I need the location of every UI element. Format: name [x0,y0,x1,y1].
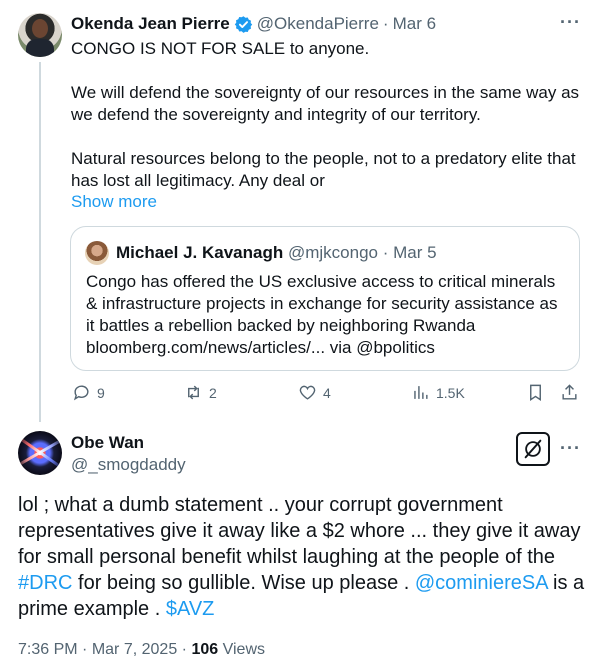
tweet-line: We will defend the sovereignty of our re… [71,83,580,124]
views-count: 1.5K [436,384,465,401]
reply-metadata: 7:36 PM · Mar 7, 2025 · 106 Views [18,640,265,660]
quote-date: Mar 5 [393,243,437,262]
reply-views-count: 106 [191,641,219,658]
tweet-line: Natural resources belong to the people, … [71,149,576,190]
quote-avatar [85,241,109,265]
cashtag-link[interactable]: $AVZ [166,598,215,620]
repost-icon [188,385,199,400]
quote-separator: · [382,243,389,262]
avatar-face [32,19,48,38]
quote-author-handle: @mjkcongo [287,243,378,262]
reply-text: lol ; what a dumb statement .. your corr… [18,492,586,622]
reply-avatar[interactable] [18,431,62,475]
verified-badge-icon [234,15,252,33]
reply-date[interactable]: Mar 7, 2025 [92,641,177,658]
reply-author-handle[interactable]: @_smogdaddy [71,455,186,475]
share-icon [562,384,577,400]
views-button[interactable]: 1.5K [411,383,465,402]
author-handle[interactable]: @OkendaPierre [257,14,379,34]
more-icon[interactable]: ··· [560,12,581,33]
reply-count: 9 [97,384,105,401]
repost-button[interactable]: 2 [184,383,217,402]
bookmark-button[interactable] [526,383,545,402]
tweet-header: Okenda Jean Pierre @OkendaPierre · Mar 6 [71,14,436,34]
like-count: 4 [323,384,331,401]
grok-button[interactable] [516,432,550,466]
hashtag-link[interactable]: #DRC [18,572,72,594]
like-icon [299,385,316,400]
author-name[interactable]: Okenda Jean Pierre [71,14,230,34]
reply-text-part: lol ; what a dumb statement .. your corr… [18,494,581,568]
like-button[interactable]: 4 [298,383,331,402]
reply-views-label: Views [222,641,265,658]
reply-icon [73,385,89,401]
reply-button[interactable]: 9 [72,383,105,402]
quote-author-name: Michael J. Kavanagh [116,243,284,262]
header-separator: · [382,14,389,33]
thread-connector-line [39,62,41,422]
bookmark-icon [530,384,541,401]
reply-text-part: for being so gullible. Wise up please . [72,572,415,594]
meta-separator: · [82,641,88,658]
quote-header: Michael J. Kavanagh @mjkcongo · Mar 5 [116,243,437,263]
meta-separator: · [181,641,187,658]
tweet-date[interactable]: Mar 6 [393,14,436,34]
mention-link[interactable]: @cominiereSA [415,572,548,594]
grok-icon [524,439,542,459]
reply-author-name[interactable]: Obe Wan [71,433,144,453]
share-button[interactable] [560,383,579,402]
tweet-line: CONGO IS NOT FOR SALE to anyone. [71,39,370,58]
quoted-tweet-card[interactable]: Michael J. Kavanagh @mjkcongo · Mar 5 Co… [70,226,580,371]
repost-count: 2 [209,384,217,401]
show-more-link[interactable]: Show more [71,191,157,213]
tweet-action-bar: 9 2 4 1.5K [70,383,582,409]
reply-more-icon[interactable]: ··· [560,438,581,459]
reply-time[interactable]: 7:36 PM [18,641,78,658]
views-icon [414,386,428,399]
tweet-text: CONGO IS NOT FOR SALE to anyone. We will… [71,38,581,192]
quote-text: Congo has offered the US exclusive acces… [86,272,558,357]
avatar-suit [26,39,54,57]
avatar[interactable] [18,13,62,57]
